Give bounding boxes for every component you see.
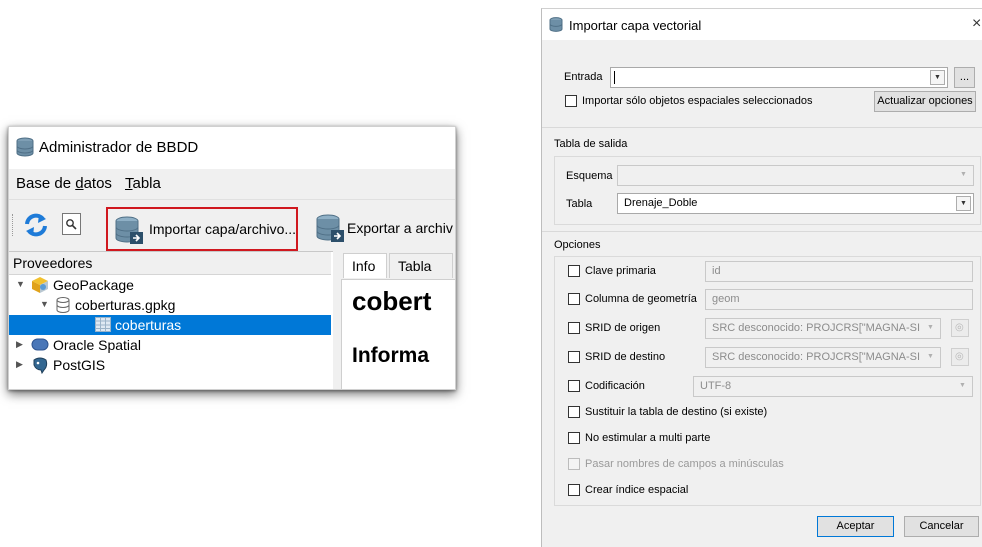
db-manager-title: Administrador de BBDD [39, 139, 199, 156]
no-multipart-label: No estimular a multi parte [585, 432, 711, 444]
input-combobox[interactable]: ▼ [610, 67, 948, 88]
import-vector-dialog: Importar capa vectorial × Entrada ▼ ... … [541, 8, 982, 547]
geom-column-label: Columna de geometría [585, 293, 697, 305]
database-import-icon [114, 215, 144, 248]
chevron-down-icon[interactable]: ▼ [955, 379, 970, 394]
providers-header: Proveedores [9, 252, 331, 275]
tab-tabla[interactable]: Tabla [389, 253, 453, 278]
encoding-label: Codificación [585, 380, 645, 392]
info-subtitle: Informa [352, 344, 430, 367]
toolbar-grip [12, 214, 15, 236]
ok-button[interactable]: Aceptar [817, 516, 894, 537]
encoding-combobox[interactable]: UTF-8 ▼ [693, 376, 973, 397]
source-srid-combobox[interactable]: SRC desconocido: PROJCRS["MAGNA-SIRG/ ▼ [705, 318, 941, 339]
replace-table-checkbox[interactable] [568, 406, 580, 418]
text-cursor [614, 71, 615, 84]
oracle-icon [31, 338, 49, 354]
menu-base-de-datos[interactable]: Base de datos [16, 175, 112, 192]
export-label: Exportar a archiv [347, 220, 453, 236]
info-panel: Info Tabla cobert Informa [337, 251, 455, 389]
import-dialog-title: Importar capa vectorial [569, 18, 702, 33]
import-layer-button[interactable]: Importar capa/archivo... [106, 207, 298, 251]
tree-item-coberturas[interactable]: coberturas [9, 315, 331, 335]
input-label: Entrada [564, 71, 603, 83]
crs-select-button[interactable]: ◎ [951, 319, 969, 337]
tab-info[interactable]: Info [343, 253, 387, 278]
table-label: Tabla [566, 198, 593, 210]
chevron-down-icon[interactable]: ▼ [956, 168, 971, 183]
database-icon [549, 17, 563, 36]
info-content: cobert Informa [341, 279, 455, 389]
db-manager-toolbar: Importar capa/archivo... Exportar a arch… [9, 199, 455, 251]
spatial-index-checkbox[interactable] [568, 484, 580, 496]
table-icon [95, 317, 111, 335]
tree-item-geopackage[interactable]: ▼ GeoPackage [9, 275, 331, 295]
only-selected-label: Importar sólo objetos espaciales selecci… [582, 95, 813, 107]
tree-item-coberturas-gpkg[interactable]: ▼ coberturas.gpkg [9, 295, 331, 315]
import-layer-label: Importar capa/archivo... [149, 221, 297, 237]
db-manager-titlebar: Administrador de BBDD [9, 127, 455, 169]
tree-item-oracle-spatial[interactable]: ▶ Oracle Spatial [9, 335, 331, 355]
target-srid-checkbox[interactable] [568, 351, 580, 363]
expand-arrow-icon[interactable]: ▼ [16, 279, 25, 289]
target-srid-label: SRID de destino [585, 351, 666, 363]
output-table-title: Tabla de salida [554, 138, 628, 150]
db-manager-menubar: Base de datos Tabla [9, 169, 455, 199]
geom-column-checkbox[interactable] [568, 293, 580, 305]
close-icon[interactable]: × [972, 15, 981, 33]
providers-panel: Proveedores ▼ GeoPackage ▼ coberturas.gp… [9, 251, 333, 389]
crs-globe-icon: ◎ [955, 351, 964, 362]
primary-key-label: Clave primaria [585, 265, 656, 277]
source-srid-label: SRID de origen [585, 322, 661, 334]
database-export-icon [315, 213, 345, 246]
divider [542, 127, 982, 128]
crs-globe-icon: ◎ [955, 322, 964, 333]
info-title: cobert [352, 286, 432, 316]
lowercase-fields-label: Pasar nombres de campos a minúsculas [585, 458, 784, 470]
db-manager-window: Administrador de BBDD Base de datos Tabl… [8, 126, 456, 390]
collapse-arrow-icon[interactable]: ▶ [16, 359, 23, 370]
schema-combobox[interactable]: ▼ [617, 165, 974, 186]
expand-arrow-icon[interactable]: ▼ [40, 299, 49, 309]
primary-key-field[interactable]: id [705, 261, 973, 282]
collapse-arrow-icon[interactable]: ▶ [16, 339, 23, 350]
target-srid-combobox[interactable]: SRC desconocido: PROJCRS["MAGNA-SIRG/ ▼ [705, 347, 941, 368]
divider [542, 231, 982, 232]
no-multipart-checkbox[interactable] [568, 432, 580, 444]
schema-label: Esquema [566, 170, 613, 182]
lowercase-fields-checkbox[interactable] [568, 458, 580, 470]
encoding-checkbox[interactable] [568, 380, 580, 392]
browse-button[interactable]: ... [954, 67, 975, 88]
sql-window-icon[interactable] [62, 213, 81, 235]
database-icon [55, 296, 71, 317]
cancel-button[interactable]: Cancelar [904, 516, 979, 537]
options-title: Opciones [554, 239, 601, 251]
refresh-icon[interactable] [23, 213, 49, 242]
chevron-down-icon[interactable]: ▼ [923, 350, 938, 365]
tree-item-postgis[interactable]: ▶ PostGIS [9, 355, 331, 375]
chevron-down-icon[interactable]: ▼ [956, 196, 971, 211]
geopackage-icon [31, 276, 49, 297]
table-combobox[interactable]: Drenaje_Doble ▼ [617, 193, 974, 214]
replace-table-label: Sustituir la tabla de destino (si existe… [585, 406, 768, 418]
only-selected-checkbox[interactable] [565, 95, 577, 107]
chevron-down-icon[interactable]: ▼ [923, 321, 938, 336]
chevron-down-icon[interactable]: ▼ [930, 70, 945, 85]
database-icon [16, 137, 34, 162]
primary-key-checkbox[interactable] [568, 265, 580, 277]
menu-tabla[interactable]: Tabla [125, 175, 161, 192]
postgis-icon [31, 356, 49, 377]
spatial-index-label: Crear índice espacial [585, 484, 689, 496]
import-dialog-titlebar: Importar capa vectorial × [542, 9, 982, 40]
crs-select-button[interactable]: ◎ [951, 348, 969, 366]
update-options-button[interactable]: Actualizar opciones [874, 91, 976, 112]
source-srid-checkbox[interactable] [568, 322, 580, 334]
geom-column-field[interactable]: geom [705, 289, 973, 310]
